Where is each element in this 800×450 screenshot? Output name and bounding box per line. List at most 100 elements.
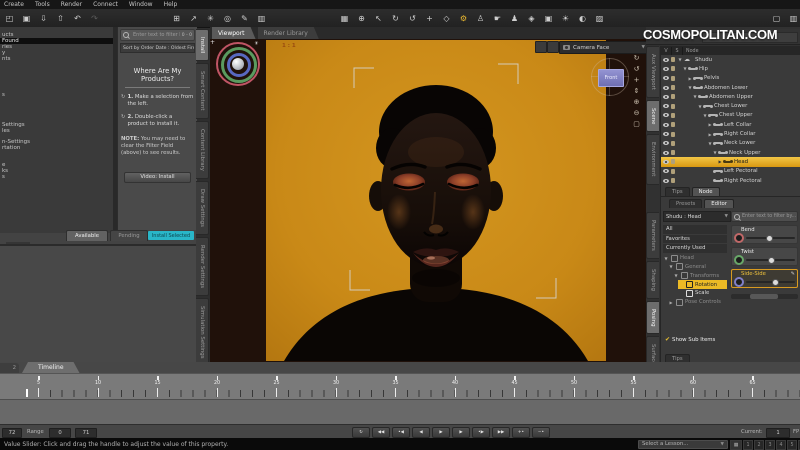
params-tree-row[interactable]: Rotation: [678, 280, 727, 289]
pane-tab[interactable]: Smart Content: [196, 63, 209, 118]
toolbar-icon[interactable]: ▥: [255, 12, 268, 25]
playback-button[interactable]: ▶▶: [492, 427, 510, 438]
toolbar-icon[interactable]: ◐: [576, 12, 589, 25]
scene-node-row[interactable]: ▼ Shudu: [661, 55, 800, 64]
category-item[interactable]: les: [0, 128, 113, 134]
pane-tab[interactable]: Aux Viewport: [646, 46, 659, 98]
pane-tab[interactable]: Environment: [646, 134, 659, 184]
param-slider-handle[interactable]: [766, 235, 773, 242]
lesson-number-button[interactable]: 5: [787, 440, 797, 450]
scene-node-row[interactable]: ▼ Abdomen Upper: [661, 92, 800, 101]
params-tree-row[interactable]: Scale: [678, 289, 727, 298]
viewport-tab[interactable]: Viewport: [212, 27, 256, 39]
selectable-hand-icon[interactable]: [671, 178, 675, 183]
toolbar-icon[interactable]: ☛: [491, 12, 504, 25]
pane-tab[interactable]: Simulation Settings: [196, 298, 209, 367]
install-selected-button[interactable]: Install Selected: [148, 231, 194, 240]
selectable-hand-icon[interactable]: [671, 159, 675, 164]
visibility-eye-icon[interactable]: [663, 160, 669, 164]
visibility-eye-icon[interactable]: [663, 113, 669, 117]
playback-button[interactable]: •◀: [392, 427, 410, 438]
toolbar-icon[interactable]: ◎: [221, 12, 234, 25]
visibility-eye-icon[interactable]: [663, 104, 669, 108]
viewport-nav-icon[interactable]: ▢: [633, 121, 640, 128]
toolbar-icon[interactable]: ▣: [542, 12, 555, 25]
param-slider-handle[interactable]: [772, 279, 779, 286]
scene-node-row[interactable]: ▼ Chest Upper: [661, 111, 800, 120]
expander-icon[interactable]: ▼: [673, 273, 679, 278]
param-slider-track[interactable]: [746, 281, 795, 283]
toolbar-icon[interactable]: ◰: [3, 12, 16, 25]
params-group-item[interactable]: Favorites: [663, 235, 727, 244]
visibility-eye-icon[interactable]: [663, 58, 669, 62]
scene-node-row[interactable]: ▶ Pelvis: [661, 74, 800, 83]
timeline-ruler[interactable]: 5 10 15 20: [0, 373, 800, 400]
selectable-hand-icon[interactable]: [671, 132, 675, 137]
horizontal-scrollbar[interactable]: [731, 294, 798, 299]
params-tree-row[interactable]: ▼ Transforms: [673, 271, 727, 280]
toolbar-icon[interactable]: ▣: [20, 12, 33, 25]
tab-available[interactable]: Available: [66, 230, 108, 241]
toolbar-icon[interactable]: ▢: [770, 12, 783, 25]
view-cube[interactable]: Front: [591, 58, 629, 96]
selectable-hand-icon[interactable]: [671, 122, 675, 127]
menu-item[interactable]: Create: [4, 1, 24, 8]
toolbar-icon[interactable]: ♙: [474, 12, 487, 25]
current-frame-field[interactable]: 1: [766, 428, 790, 438]
category-item[interactable]: rtation: [0, 145, 113, 151]
pane-tab[interactable]: Render Settings: [196, 237, 209, 296]
toolbar-icon[interactable]: ↖: [372, 12, 385, 25]
playback-button[interactable]: •▶: [472, 427, 490, 438]
viewport-option-icon[interactable]: [547, 41, 559, 53]
params-filter-field[interactable]: Enter text to filter by...: [731, 211, 798, 222]
params-tab[interactable]: Presets: [669, 199, 702, 208]
param-slider-track[interactable]: [746, 259, 795, 261]
selectable-hand-icon[interactable]: [671, 150, 675, 155]
playback-button[interactable]: ▶: [452, 427, 470, 438]
visibility-eye-icon[interactable]: [663, 67, 669, 71]
toolbar-icon[interactable]: ♟: [508, 12, 521, 25]
params-tab[interactable]: Editor: [704, 199, 734, 208]
pane-tab[interactable]: Scene: [646, 100, 659, 132]
pane-bottom-tab[interactable]: Node: [692, 187, 720, 196]
range-end-field[interactable]: 71: [75, 428, 97, 438]
visibility-eye-icon[interactable]: [663, 95, 669, 99]
toolbar-icon[interactable]: +: [423, 12, 436, 25]
toolbar-icon[interactable]: ↷: [88, 12, 101, 25]
params-tree-row[interactable]: ▼ Head: [663, 254, 727, 263]
playback-button[interactable]: +•: [512, 427, 530, 438]
params-group-item[interactable]: Currently Used: [663, 244, 727, 253]
menu-item[interactable]: Tools: [35, 1, 50, 8]
scene-node-row[interactable]: Left Pectoral: [661, 167, 800, 176]
viewport-nav-icon[interactable]: ↺: [634, 66, 640, 73]
viewport-nav-icon[interactable]: ⊕: [634, 99, 640, 106]
param-slider-handle[interactable]: [768, 257, 775, 264]
visibility-eye-icon[interactable]: [663, 179, 669, 183]
toolbar-icon[interactable]: ▥: [787, 12, 800, 25]
viewport-option-icon[interactable]: [535, 41, 547, 53]
expander-icon[interactable]: ▼: [677, 57, 683, 62]
toolbar-icon[interactable]: ↻: [389, 12, 402, 25]
playback-button[interactable]: ↻: [352, 427, 370, 438]
tab-timeline[interactable]: Timeline: [22, 362, 80, 373]
selectable-hand-icon[interactable]: [671, 76, 675, 81]
selectable-hand-icon[interactable]: [671, 113, 675, 118]
video-install-button[interactable]: Video: Install: [124, 172, 191, 183]
category-item[interactable]: nts: [0, 56, 113, 62]
pane-tab[interactable]: Draw Settings: [196, 181, 209, 235]
lesson-number-button[interactable]: 2: [754, 440, 764, 450]
sort-dropdown[interactable]: Sort by Order Date : Oldest First ▼: [120, 43, 195, 53]
scene-node-row[interactable]: ▶ Right Collar: [661, 129, 800, 138]
param-dial-icon[interactable]: [734, 233, 744, 243]
menu-item[interactable]: Connect: [93, 1, 118, 8]
toolbar-icon[interactable]: ↶: [71, 12, 84, 25]
lesson-number-button[interactable]: 4: [776, 440, 786, 450]
category-item[interactable]: s: [0, 92, 113, 98]
viewport-nav-icon[interactable]: ⊖: [634, 110, 640, 117]
param-dial-icon[interactable]: [734, 277, 744, 287]
orientation-trackball[interactable]: [216, 42, 260, 86]
param-slider-track[interactable]: [746, 237, 795, 239]
toolbar-icon[interactable]: ✎: [238, 12, 251, 25]
scope-selector[interactable]: Shudu : Head ▼: [663, 211, 731, 222]
visibility-eye-icon[interactable]: [663, 151, 669, 155]
